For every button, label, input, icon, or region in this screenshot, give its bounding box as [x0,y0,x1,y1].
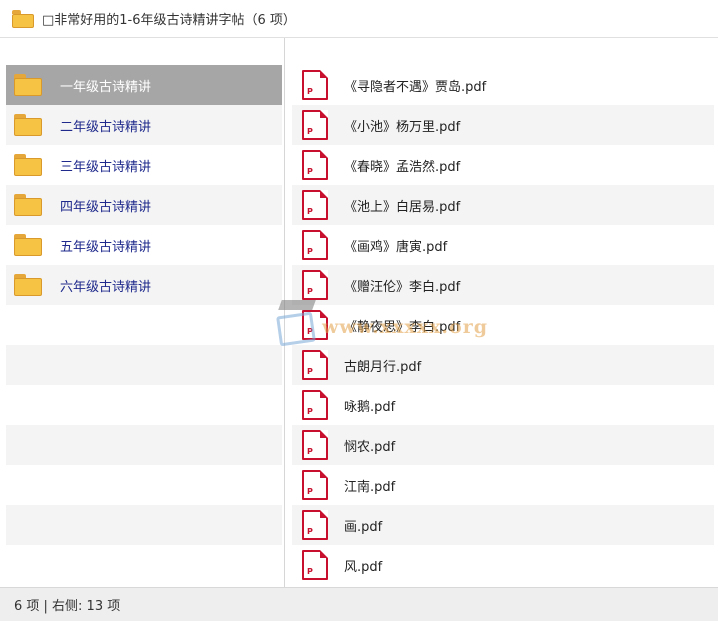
file-item[interactable]: P 风.pdf [292,545,714,585]
pdf-icon: P [302,70,328,100]
file-item[interactable]: P 悯农.pdf [292,425,714,465]
folder-icon [14,154,42,176]
folder-icon [14,234,42,256]
empty-row [6,505,282,545]
pdf-icon: P [302,310,328,340]
status-bar: 6 项 | 右侧: 13 项 [0,587,718,621]
folder-item[interactable]: 三年级古诗精讲 [6,145,282,185]
file-label: 江南.pdf [344,479,396,495]
folder-label: 六年级古诗精讲 [60,279,152,295]
file-item[interactable]: P 咏鹅.pdf [292,385,714,425]
folder-label: 一年级古诗精讲 [60,79,152,95]
folder-item[interactable]: 五年级古诗精讲 [6,225,282,265]
file-item[interactable]: P 《小池》杨万里.pdf [292,105,714,145]
pdf-icon: P [302,270,328,300]
folder-label: 五年级古诗精讲 [60,239,152,255]
folder-icon [12,9,34,28]
file-label: 风.pdf [344,559,383,575]
folder-icon [14,74,42,96]
pdf-icon: P [302,430,328,460]
empty-row [6,345,282,385]
pdf-icon: P [302,110,328,140]
folder-item[interactable]: 二年级古诗精讲 [6,105,282,145]
file-item[interactable]: P 《池上》白居易.pdf [292,185,714,225]
folder-label: 三年级古诗精讲 [60,159,152,175]
pdf-icon: P [302,550,328,580]
pdf-icon: P [302,190,328,220]
folder-icon [14,274,42,296]
file-label: 悯农.pdf [344,439,396,455]
file-item[interactable]: P 古朗月行.pdf [292,345,714,385]
folder-icon [14,194,42,216]
pdf-icon: P [302,390,328,420]
file-item[interactable]: P 《春晓》孟浩然.pdf [292,145,714,185]
pdf-icon: P [302,150,328,180]
file-item[interactable]: P 《静夜思》李白.pdf [292,305,714,345]
pdf-icon: P [302,510,328,540]
file-item[interactable]: P 江南.pdf [292,465,714,505]
pdf-icon: P [302,470,328,500]
empty-row [6,425,282,465]
file-label: 《寻隐者不遇》贾岛.pdf [344,79,487,95]
file-label: 《池上》白居易.pdf [344,199,461,215]
pdf-icon: P [302,350,328,380]
file-item[interactable]: P 《画鸡》唐寅.pdf [292,225,714,265]
empty-row [6,465,282,505]
folder-label: 二年级古诗精讲 [60,119,152,135]
pdf-icon: P [302,230,328,260]
file-item[interactable]: P 《寻隐者不遇》贾岛.pdf [292,65,714,105]
folder-list-pane: 一年级古诗精讲 二年级古诗精讲 三年级古诗精讲 四年级古诗精讲 五年级古诗精讲 六年级古诗… [0,38,285,587]
file-list-pane: P 《寻隐者不遇》贾岛.pdf P 《小池》杨万里.pdf P 《春晓》孟浩然.pdf P 《… [286,38,718,587]
empty-row [6,385,282,425]
file-label: 《静夜思》李白.pdf [344,319,461,335]
empty-row [6,305,282,345]
folder-item[interactable]: 六年级古诗精讲 [6,265,282,305]
empty-row [6,545,282,585]
file-label: 《小池》杨万里.pdf [344,119,461,135]
folder-label: 四年级古诗精讲 [60,199,152,215]
file-label: 《画鸡》唐寅.pdf [344,239,448,255]
file-label: 咏鹅.pdf [344,399,396,415]
file-label: 《赠汪伦》李白.pdf [344,279,461,295]
file-item[interactable]: P 画.pdf [292,505,714,545]
title-bar: □非常好用的1-6年级古诗精讲字帖（6 项） [0,0,718,38]
file-label: 古朗月行.pdf [344,359,422,375]
file-label: 《春晓》孟浩然.pdf [344,159,461,175]
file-item[interactable]: P 《赠汪伦》李白.pdf [292,265,714,305]
status-text: 6 项 | 右侧: 13 项 [14,599,121,614]
folder-item[interactable]: 一年级古诗精讲 [6,65,282,105]
folder-icon [14,114,42,136]
file-label: 画.pdf [344,519,383,535]
folder-item[interactable]: 四年级古诗精讲 [6,185,282,225]
window-title: □非常好用的1-6年级古诗精讲字帖（6 项） [42,13,296,28]
